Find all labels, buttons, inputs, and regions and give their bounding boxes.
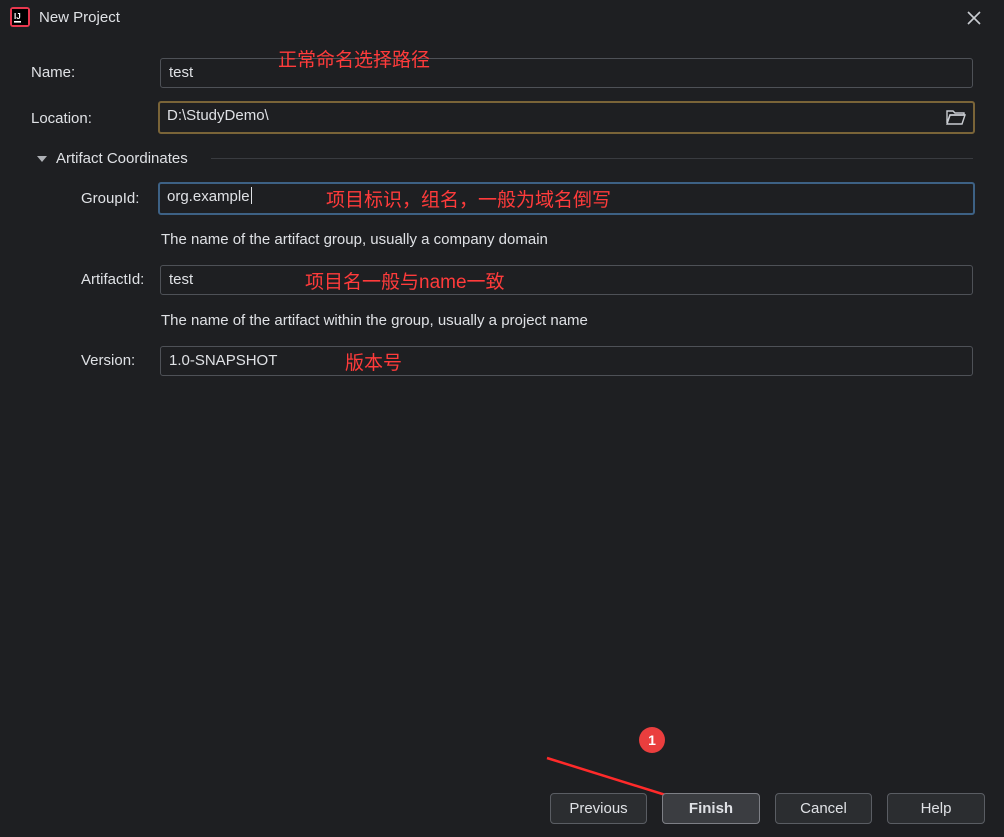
finish-button[interactable]: Finish	[662, 793, 760, 824]
version-label: Version:	[81, 352, 136, 369]
help-button[interactable]: Help	[887, 793, 985, 824]
version-input[interactable]: 1.0-SNAPSHOT	[160, 346, 973, 376]
artifactid-value: test	[169, 271, 194, 288]
title-bar: IJ New Project	[0, 0, 1004, 36]
cancel-button[interactable]: Cancel	[775, 793, 872, 824]
close-icon[interactable]	[964, 8, 984, 28]
intellij-idea-icon: IJ	[10, 7, 30, 27]
version-value: 1.0-SNAPSHOT	[169, 352, 278, 369]
window-title: New Project	[39, 9, 120, 26]
section-divider	[211, 158, 973, 159]
step-badge: 1	[639, 727, 665, 753]
previous-button[interactable]: Previous	[550, 793, 647, 824]
artifactid-input[interactable]: test	[160, 265, 973, 295]
groupid-annotation: 项目标识，组名，一般为域名倒写	[326, 190, 612, 211]
artifact-coordinates-toggle[interactable]: Artifact Coordinates	[33, 149, 233, 169]
name-annotation: 正常命名选择路径	[278, 50, 431, 71]
artifactid-annotation: 项目名一般与name一致	[305, 272, 505, 293]
artifactid-label: ArtifactId:	[81, 271, 145, 288]
artifactid-hint: The name of the artifact within the grou…	[161, 312, 588, 329]
name-label: Name:	[31, 64, 76, 81]
location-input[interactable]: D:\StudyDemo\	[158, 101, 975, 134]
svg-text:IJ: IJ	[14, 12, 21, 21]
groupid-label: GroupId:	[81, 190, 140, 207]
chevron-down-icon	[37, 156, 47, 162]
version-annotation: 版本号	[345, 353, 403, 374]
name-value: test	[169, 64, 194, 81]
artifact-coordinates-label: Artifact Coordinates	[56, 150, 188, 167]
location-label: Location:	[31, 110, 92, 127]
folder-open-icon[interactable]	[946, 108, 966, 126]
groupid-value: org.example	[167, 188, 250, 205]
groupid-hint: The name of the artifact group, usually …	[161, 231, 548, 248]
text-cursor	[250, 187, 252, 204]
location-value: D:\StudyDemo\	[167, 107, 269, 124]
